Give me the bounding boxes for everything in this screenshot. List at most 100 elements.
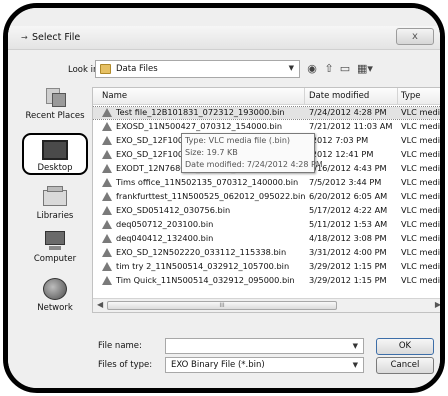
close-button[interactable]: x <box>396 28 434 45</box>
look-in-value: Data Files <box>116 64 158 74</box>
file-row[interactable]: EXOSD_11N500427_070312_154000.bin 7/21/2… <box>93 121 442 133</box>
vlc-file-icon <box>102 192 112 201</box>
back-icon[interactable]: ◉ <box>305 61 319 77</box>
file-date: 7/21/2012 11:03 AM <box>309 121 393 131</box>
tooltip-type: Type: VLC media file (.bin) <box>185 136 291 145</box>
file-name: Tims office_11N502135_070312_140000.bin <box>116 177 299 187</box>
file-name: EXO_SD_12F1001 <box>116 135 189 145</box>
tooltip-date: Date modified: 7/24/2012 4:28 PM <box>185 160 323 169</box>
file-date: 3/29/2012 1:15 PM <box>309 275 387 285</box>
file-row[interactable]: Tim Quick_11N500514_032912_095000.bin 3/… <box>93 275 440 287</box>
chevron-down-icon: ▼ <box>288 64 294 72</box>
file-name: tim try 2_11N500514_032912_105700.bin <box>116 261 290 271</box>
file-type: VLC media <box>401 191 442 201</box>
place-label: Network <box>37 303 73 313</box>
file-name: Tim Quick_11N500514_032912_095000.bin <box>116 275 295 285</box>
file-date: /2012 7:03 PM <box>309 135 369 145</box>
file-date: /2012 12:41 PM <box>309 149 374 159</box>
file-type: VLC media <box>401 121 442 131</box>
column-divider[interactable] <box>397 88 398 105</box>
file-type: VLC media <box>401 149 442 159</box>
file-row[interactable]: frankfurttest_11N500525_062012_095022.bi… <box>93 191 442 203</box>
file-row[interactable]: EXO_SD051412_030756.bin 5/17/2012 4:22 A… <box>93 205 442 217</box>
file-type: VLC media <box>401 233 442 243</box>
file-name: EXO_SD051412_030756.bin <box>116 205 231 215</box>
place-computer[interactable]: Computer <box>22 231 88 271</box>
file-date: 4/18/2012 3:08 PM <box>309 233 387 243</box>
computer-icon <box>43 231 67 251</box>
file-type: VLC media <box>401 261 442 271</box>
file-name: deq050712_203100.bin <box>116 219 214 229</box>
place-label: Recent Places <box>25 111 85 121</box>
look-in-dropdown[interactable]: Data Files ▼ <box>95 60 300 78</box>
file-date: 7/5/2012 3:44 PM <box>309 177 382 187</box>
place-label: Computer <box>33 254 77 264</box>
file-type-dropdown[interactable]: EXO Binary File (*.bin) ▼ <box>165 357 364 373</box>
select-file-dialog: → Select File x Look in: Data Files ▼ ◉ … <box>8 8 440 388</box>
file-type: VLC media <box>401 163 442 173</box>
file-type-label: Files of type: <box>98 360 153 370</box>
file-name: EXOSD_11N500427_070312_154000.bin <box>116 121 283 131</box>
horizontal-scrollbar[interactable]: ◀ III ▶ <box>93 298 440 312</box>
vlc-file-icon <box>102 136 112 145</box>
file-list[interactable]: Name Date modified Type Test file_12B101… <box>92 87 442 313</box>
network-icon <box>43 278 67 300</box>
file-date: 3/29/2012 1:15 PM <box>309 261 387 271</box>
place-network[interactable]: Network <box>22 278 88 318</box>
vlc-file-icon <box>102 164 112 173</box>
column-header-name[interactable]: Name <box>102 91 127 101</box>
vlc-file-icon <box>102 178 112 187</box>
file-row[interactable]: Tims office_11N502135_070312_140000.bin … <box>93 177 440 189</box>
vlc-file-icon <box>102 220 112 229</box>
libraries-icon <box>43 186 67 208</box>
tooltip-size: Size: 19.7 KB <box>185 148 238 157</box>
file-type: VLC media <box>401 247 442 257</box>
file-date: 6/20/2012 6:05 AM <box>309 191 388 201</box>
file-row[interactable]: Test file_12B101831_072312_193000.bin 7/… <box>93 106 440 120</box>
screenshot-frame: → Select File x Look in: Data Files ▼ ◉ … <box>3 3 445 393</box>
up-folder-icon[interactable]: ⇧ <box>322 61 336 77</box>
app-icon: → <box>21 33 28 42</box>
chevron-down-icon[interactable]: ▼ <box>353 342 358 350</box>
place-label: Libraries <box>36 211 74 221</box>
places-bar: Recent Places Desktop Libraries Computer… <box>22 86 88 358</box>
desktop-icon <box>42 140 68 160</box>
file-name: EXO_SD_12N502220_033112_115338.bin <box>116 247 287 257</box>
column-header-date[interactable]: Date modified <box>309 91 369 101</box>
scroll-right-icon[interactable]: ▶ <box>435 300 440 309</box>
cancel-button[interactable]: Cancel <box>376 357 434 374</box>
file-name: Test file_12B101831_072312_193000.bin <box>116 107 285 117</box>
vlc-file-icon <box>102 108 112 117</box>
title-bar[interactable]: → Select File x <box>8 26 440 50</box>
file-date: 3/31/2012 4:00 PM <box>309 247 387 257</box>
place-desktop[interactable]: Desktop <box>22 133 88 175</box>
scroll-left-icon[interactable]: ◀ <box>97 300 103 309</box>
file-row[interactable]: deq050712_203100.bin 5/11/2012 1:53 AM V… <box>93 219 440 231</box>
vlc-file-icon <box>102 276 112 285</box>
vlc-file-icon <box>102 248 112 257</box>
place-recent-places[interactable]: Recent Places <box>22 88 88 128</box>
column-header-row: Name Date modified Type <box>93 88 440 105</box>
file-name-input[interactable]: ▼ <box>165 338 364 354</box>
ok-button[interactable]: OK <box>376 338 434 355</box>
vlc-file-icon <box>102 234 112 243</box>
file-row[interactable]: deq040412_132400.bin 4/18/2012 3:08 PM V… <box>93 233 442 245</box>
file-date: 7/24/2012 4:28 PM <box>309 107 387 117</box>
scrollbar-thumb[interactable]: III <box>107 301 337 310</box>
chevron-down-icon: ▼ <box>352 361 358 369</box>
file-type: VLC media <box>401 205 442 215</box>
file-date: 5/17/2012 4:22 AM <box>309 205 388 215</box>
place-label: Desktop <box>37 163 73 173</box>
new-folder-icon[interactable]: ▭ <box>338 61 352 77</box>
file-name: EXO_SD_12F1001 <box>116 149 189 159</box>
place-libraries[interactable]: Libraries <box>22 186 88 226</box>
recent-places-icon <box>44 88 66 108</box>
column-header-type[interactable]: Type <box>401 91 421 101</box>
vlc-file-icon <box>102 150 112 159</box>
view-menu-icon[interactable]: ▦▾ <box>354 61 376 77</box>
file-name-label: File name: <box>98 341 142 351</box>
file-row[interactable]: tim try 2_11N500514_032912_105700.bin 3/… <box>93 261 442 273</box>
column-divider[interactable] <box>304 88 305 105</box>
vlc-file-icon <box>102 122 112 131</box>
file-row[interactable]: EXO_SD_12N502220_033112_115338.bin 3/31/… <box>93 247 442 259</box>
